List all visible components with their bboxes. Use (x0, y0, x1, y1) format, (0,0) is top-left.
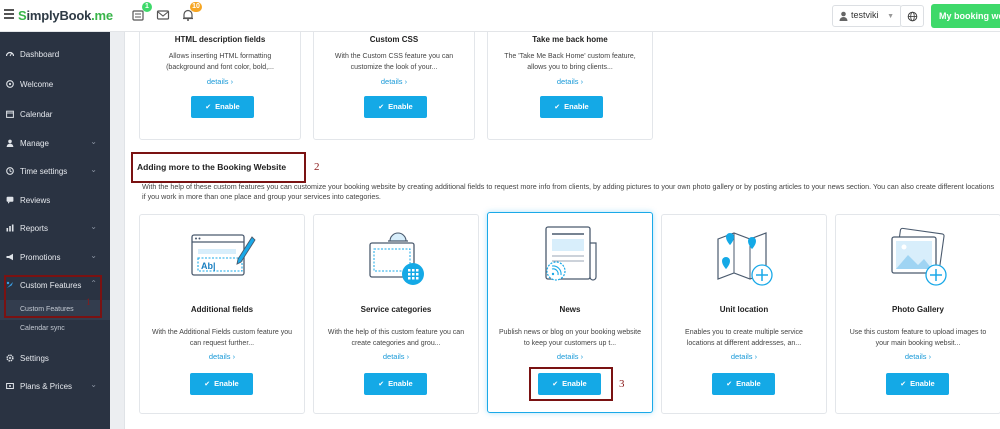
tasks-badge: 1 (142, 2, 152, 12)
svg-text:Ab|: Ab| (201, 261, 216, 271)
gear-icon (6, 354, 14, 362)
mail-icon[interactable] (156, 8, 170, 22)
sidebar-item-reports[interactable]: Reports ⌄ (0, 216, 110, 240)
annotation-number-1: 1 (86, 297, 91, 307)
form-fields-icon: Ab| (191, 234, 256, 276)
logo[interactable]: SimplyBook.me (18, 8, 113, 23)
section-description: With the help of these custom features y… (142, 182, 995, 201)
feature-card-custom-css: Custom CSS With the Custom CSS feature y… (313, 32, 475, 140)
user-icon (839, 11, 848, 21)
feature-card-html-description: HTML description fields Allows inserting… (139, 32, 301, 140)
sidebar-item-reviews[interactable]: Reviews (0, 188, 110, 212)
reviews-icon (6, 196, 14, 204)
chevron-down-icon: ⌄ (90, 137, 97, 146)
username: testviki (851, 10, 879, 20)
news-icon (545, 226, 597, 281)
plans-icon (6, 383, 14, 389)
welcome-icon (6, 80, 14, 88)
chevron-down-icon: ⌄ (90, 222, 97, 231)
user-menu[interactable]: testviki ▼ (832, 5, 902, 27)
sidebar-item-plans-prices[interactable]: Plans & Prices ⌄ (0, 374, 110, 398)
calendar-icon (6, 110, 14, 118)
feature-card-additional-fields: Ab| Additional fields With the Additiona… (139, 214, 305, 414)
enable-button[interactable]: ✔ Enable (190, 373, 253, 395)
sidebar: Dashboard Welcome Calendar Manage ⌄ Time… (0, 32, 110, 429)
enable-button[interactable]: ✔ Enable (191, 96, 254, 118)
feature-card-unit-location: Unit location Enables you to create mult… (661, 214, 827, 414)
language-button[interactable] (900, 5, 924, 27)
main-area: HTML description fields Allows inserting… (110, 32, 1000, 429)
globe-icon (907, 11, 918, 22)
scrollbar[interactable] (110, 32, 125, 429)
annotation-box-3 (529, 367, 613, 401)
details-link[interactable]: details › (836, 352, 1000, 361)
dashboard-icon (6, 51, 14, 57)
sidebar-item-manage[interactable]: Manage ⌄ (0, 131, 110, 155)
details-link[interactable]: details › (314, 352, 478, 361)
enable-button[interactable]: ✔ Enable (886, 373, 949, 395)
sidebar-item-promotions[interactable]: Promotions ⌄ (0, 245, 110, 269)
reports-icon (6, 224, 14, 232)
sidebar-subitem-calendar-sync[interactable]: Calendar sync (0, 319, 110, 339)
details-link[interactable]: details › (662, 352, 826, 361)
chevron-down-icon: ⌄ (90, 251, 97, 260)
map-location-icon (717, 232, 773, 286)
annotation-number-3: 3 (619, 378, 625, 390)
chevron-down-icon: ▼ (887, 13, 894, 20)
sidebar-item-settings[interactable]: Settings (0, 346, 110, 370)
sidebar-item-welcome[interactable]: Welcome (0, 72, 110, 96)
sidebar-item-time-settings[interactable]: Time settings ⌄ (0, 159, 110, 183)
manage-icon (6, 139, 14, 147)
megaphone-icon (6, 253, 13, 261)
details-link[interactable]: details › (140, 352, 304, 361)
chevron-down-icon: ⌄ (90, 380, 97, 389)
notifications-badge: 10 (190, 2, 202, 12)
feature-card-take-me-back-home: Take me back home The 'Take Me Back Home… (487, 32, 653, 140)
sidebar-item-dashboard[interactable]: Dashboard (0, 42, 110, 66)
annotation-box-2 (131, 152, 306, 183)
details-link[interactable]: details › (488, 352, 652, 361)
my-booking-website-button[interactable]: My booking web (931, 4, 1000, 28)
enable-button[interactable]: ✔ Enable (712, 373, 775, 395)
custom-features-content: HTML description fields Allows inserting… (125, 32, 1000, 429)
enable-button[interactable]: ✔ Enable (364, 373, 427, 395)
feature-card-photo-gallery: Photo Gallery Use this custom feature to… (835, 214, 1000, 414)
chevron-down-icon: ⌄ (90, 165, 97, 174)
clock-icon (6, 167, 14, 175)
details-link[interactable]: details › (488, 77, 652, 86)
details-link[interactable]: details › (314, 77, 474, 86)
details-link[interactable]: details › (140, 77, 300, 86)
annotation-number-2: 2 (314, 161, 320, 173)
feature-card-service-categories: Service categories With the help of this… (313, 214, 479, 414)
enable-button[interactable]: ✔ Enable (364, 96, 427, 118)
photo-gallery-icon (891, 227, 947, 286)
enable-button[interactable]: ✔ Enable (540, 96, 603, 118)
service-categories-icon (369, 232, 424, 285)
menu-icon[interactable] (4, 9, 14, 19)
sidebar-item-calendar[interactable]: Calendar (0, 102, 110, 126)
top-bar: SimplyBook.me 1 10 testviki ▼ My booking… (0, 0, 1000, 32)
